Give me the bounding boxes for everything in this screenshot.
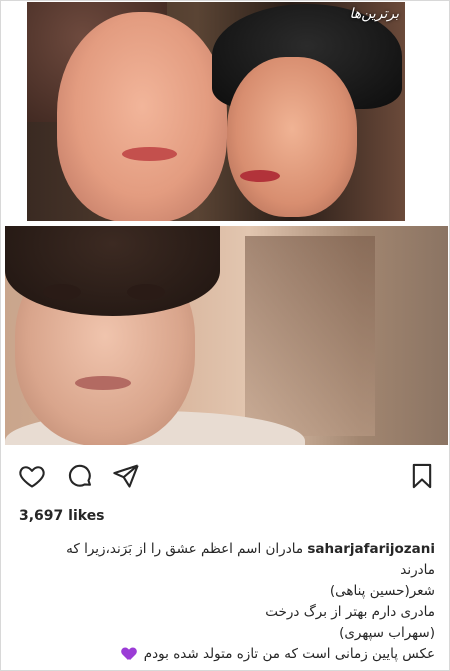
purple-heart-icon (122, 648, 136, 661)
caption-line: شعر(حسین پناهی) (329, 583, 435, 599)
like-button[interactable] (17, 461, 47, 491)
bookmark-icon (412, 463, 432, 489)
username-link[interactable]: saharjafarijozani (307, 541, 435, 557)
post-caption: saharjafarijozani مادران اسم اعظم عشق را… (15, 539, 435, 665)
lips-shape-left (122, 147, 177, 161)
caption-line: (سهراب سپهری) (339, 625, 435, 641)
hair-shape (5, 226, 220, 316)
eye-shape (43, 284, 81, 300)
background-shape (245, 236, 375, 436)
lips-shape-right (240, 170, 280, 182)
face-shape-right (227, 57, 357, 217)
face-shape-left (57, 12, 227, 221)
eye-shape (127, 284, 165, 300)
like-count[interactable]: 3,697 likes (19, 508, 105, 524)
post-photo-bottom[interactable] (5, 226, 448, 445)
caption-text: عکس پایین زمانی است که من تازه متولد شده… (143, 646, 435, 662)
share-button[interactable] (111, 461, 141, 491)
caption-text: مادران اسم اعظم عشق را از بَرَند،زیرا که (66, 541, 304, 557)
post-photo-top[interactable]: برترین‌ها (27, 2, 405, 221)
comment-bubble-icon (68, 464, 91, 487)
paper-plane-icon (113, 464, 139, 488)
action-bar (1, 461, 450, 495)
caption-line: مادری دارم بهتر از برگ درخت (265, 604, 435, 620)
heart-outline-icon (19, 466, 45, 488)
lips-shape (75, 376, 131, 390)
save-button[interactable] (407, 461, 437, 491)
caption-line: saharjafarijozani مادران اسم اعظم عشق را… (15, 539, 435, 560)
caption-line: مادرند (400, 562, 435, 578)
watermark-logo: برترین‌ها (349, 6, 399, 22)
comment-button[interactable] (65, 461, 95, 491)
caption-line: عکس پایین زمانی است که من تازه متولد شده… (15, 644, 435, 665)
post-card: برترین‌ها 3,6 (0, 0, 450, 671)
